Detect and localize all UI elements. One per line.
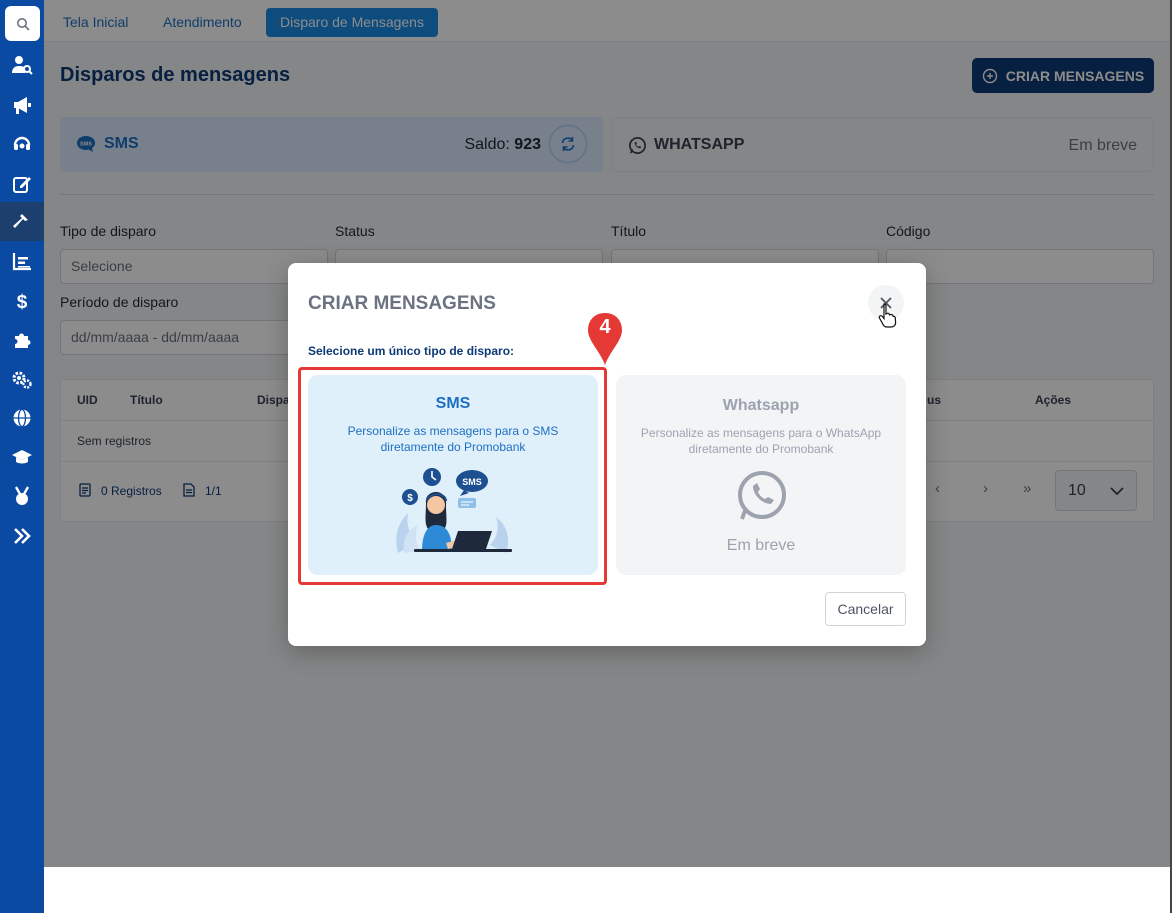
sidebar-item-settings[interactable] bbox=[0, 359, 44, 398]
sidebar-expand-button[interactable] bbox=[0, 516, 44, 555]
double-chevron-right-icon bbox=[14, 527, 31, 544]
megaphone-icon bbox=[14, 96, 31, 114]
puzzle-icon bbox=[15, 333, 31, 348]
chart-icon bbox=[12, 252, 31, 270]
whatsapp-card-status: Em breve bbox=[726, 537, 796, 554]
sidebar-item-reports[interactable] bbox=[0, 241, 44, 280]
hammer-icon bbox=[13, 213, 28, 228]
step-number: 4 bbox=[599, 316, 611, 338]
gears-icon bbox=[12, 371, 32, 389]
whatsapp-card-title: Whatsapp bbox=[722, 397, 800, 414]
medal-icon bbox=[14, 485, 30, 505]
sidebar-item-integrations[interactable] bbox=[0, 320, 44, 359]
sidebar-item-tools[interactable] bbox=[0, 202, 44, 241]
sidebar-item-finance[interactable]: $ bbox=[0, 281, 44, 320]
sidebar-item-web[interactable] bbox=[0, 398, 44, 437]
globe-icon bbox=[13, 408, 31, 427]
search-icon bbox=[16, 17, 30, 31]
sidebar-item-user-search[interactable] bbox=[0, 45, 44, 84]
sidebar-item-edit[interactable] bbox=[0, 164, 44, 203]
bottom-area bbox=[44, 867, 1172, 913]
modal-title: CRIAR MENSAGENS bbox=[308, 293, 496, 314]
whatsapp-large-icon bbox=[738, 471, 786, 520]
sidebar-item-awards[interactable] bbox=[0, 476, 44, 515]
sidebar-item-support[interactable] bbox=[0, 124, 44, 163]
hand-cursor-icon bbox=[878, 303, 897, 328]
user-search-icon bbox=[12, 55, 33, 75]
highlight-box bbox=[298, 367, 607, 585]
search-button[interactable] bbox=[5, 6, 40, 41]
cancel-button[interactable]: Cancelar bbox=[825, 592, 906, 626]
modal-subtitle: Selecione um único tipo de disparo: bbox=[308, 344, 515, 358]
whatsapp-option-card: Whatsapp Personalize as mensagens para o… bbox=[616, 375, 906, 575]
sidebar-item-training[interactable] bbox=[0, 437, 44, 476]
svg-text:$: $ bbox=[17, 292, 28, 312]
headset-icon bbox=[13, 136, 31, 150]
sidebar: $ bbox=[0, 0, 44, 913]
dollar-icon: $ bbox=[17, 292, 28, 312]
edit-icon bbox=[13, 176, 31, 193]
whatsapp-card-description: Personalize as mensagens para o WhatsApp… bbox=[640, 426, 882, 456]
sidebar-item-campaigns[interactable] bbox=[0, 85, 44, 124]
graduation-cap-icon bbox=[12, 449, 32, 463]
